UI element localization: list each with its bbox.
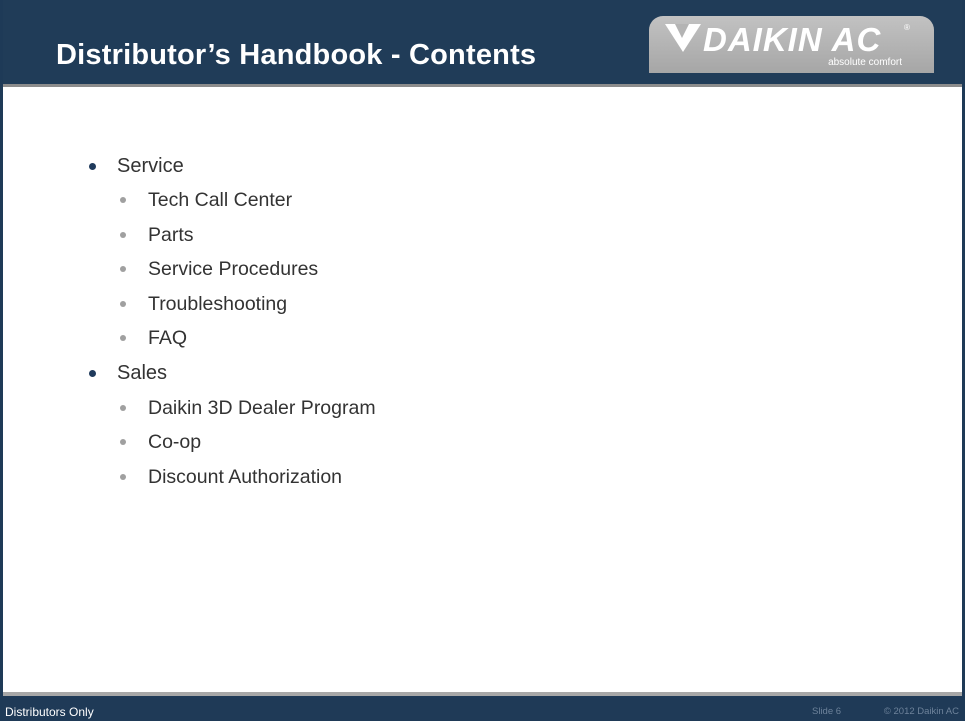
sub-bullet-icon [120,266,126,272]
outline-item-label: Tech Call Center [148,189,293,211]
sub-bullet-icon [120,301,126,307]
outline-item-faq: FAQ [120,327,188,350]
slide-content: Service Tech Call Center Parts Service P… [3,87,962,692]
outline-item-tech-call-center: Tech Call Center [120,189,293,212]
outline-item-label: FAQ [148,327,188,349]
outline-item-service-procedures: Service Procedures [120,258,319,281]
sub-bullet-icon [120,439,126,445]
slide-footer: Distributors Only Slide 6 © 2012 Daikin … [3,692,962,721]
outline-item-discount-authorization: Discount Authorization [120,466,343,489]
outline-item-service: Service [89,155,184,178]
outline-item-daikin-3d-dealer-program: Daikin 3D Dealer Program [120,397,376,420]
logo-brand-text: DAIKIN AC [703,21,882,58]
bullet-icon [89,370,96,377]
footer-distributors-only: Distributors Only [5,705,94,719]
sub-bullet-icon [120,335,126,341]
outline-item-parts: Parts [120,224,194,247]
outline-item-label: Service Procedures [148,258,319,280]
logo-tagline: absolute comfort [828,57,902,68]
outline-item-sales: Sales [89,362,168,385]
outline-item-co-op: Co-op [120,431,202,454]
outline-item-label: Sales [117,362,168,384]
daikin-logo: DAIKIN AC ® absolute comfort [649,16,934,73]
bullet-icon [89,163,96,170]
footer-copyright: © 2012 Daikin AC [883,706,959,717]
outline-item-label: Service [117,155,184,177]
logo-registered-mark: ® [904,23,910,32]
daikin-logo-mark-icon [665,24,701,52]
sub-bullet-icon [120,197,126,203]
sub-bullet-icon [120,232,126,238]
outline-item-label: Troubleshooting [148,293,288,315]
sub-bullet-icon [120,405,126,411]
outline-item-label: Parts [148,224,194,246]
outline-item-label: Discount Authorization [148,466,343,488]
sub-bullet-icon [120,474,126,480]
outline-item-label: Co-op [148,431,202,453]
slide-title: Distributor’s Handbook - Contents [56,39,537,71]
outline-item-label: Daikin 3D Dealer Program [148,397,376,419]
outline-item-troubleshooting: Troubleshooting [120,293,288,316]
slide: Distributor’s Handbook - Contents DAIKIN… [0,0,965,721]
footer-slide-number: Slide 6 [812,706,842,717]
slide-header: Distributor’s Handbook - Contents DAIKIN… [3,0,962,87]
